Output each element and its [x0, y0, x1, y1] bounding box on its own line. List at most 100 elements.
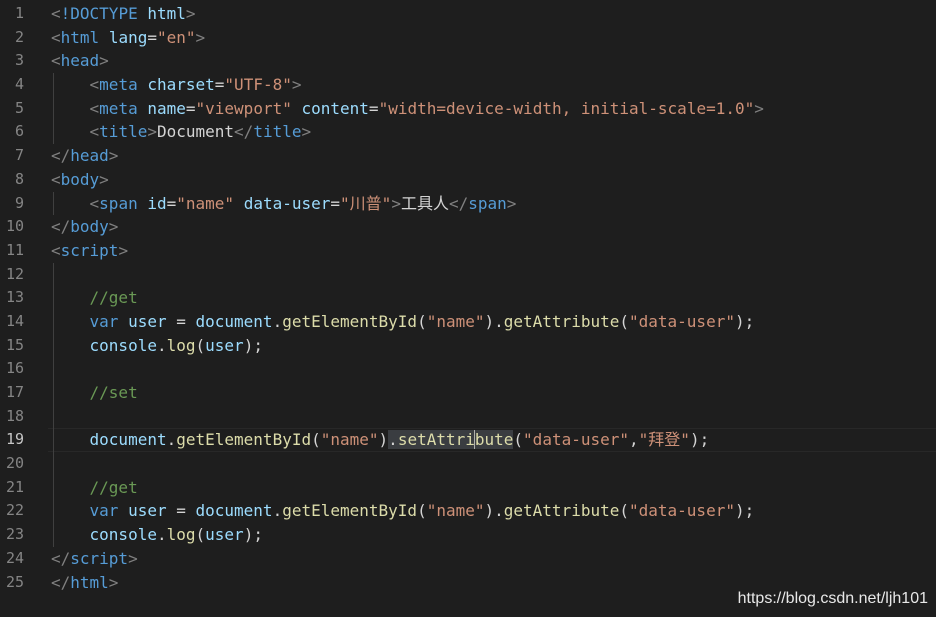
code-line[interactable]: 2 <html lang="en"> — [0, 26, 936, 50]
line-number: 8 — [14, 169, 24, 188]
code-token: . — [156, 335, 167, 355]
line-content: <span id="name" data-user="川普">工具人</span… — [51, 192, 517, 216]
code-token: log — [166, 525, 196, 545]
code-token: log — [166, 335, 196, 355]
line-number: 2 — [14, 27, 24, 46]
code-token: document — [195, 311, 273, 331]
code-line[interactable]: 9 <span id="name" data-user="川普">工具人</sp… — [0, 191, 936, 216]
code-token: Document — [156, 122, 235, 142]
code-line[interactable]: 3 <head> — [0, 49, 936, 73]
code-token: . — [272, 311, 283, 331]
code-token: = — [185, 98, 196, 118]
code-token: console — [89, 335, 157, 355]
code-token: < — [51, 240, 61, 260]
code-line[interactable]: 20 — [0, 452, 936, 476]
code-line[interactable]: 23 console.log(user); — [0, 523, 936, 547]
code-token: = — [166, 501, 196, 521]
line-number: 21 — [5, 477, 24, 496]
code-token: </ — [51, 217, 71, 237]
code-line[interactable]: 21 //get — [0, 475, 936, 500]
code-token: !DOCTYPE — [60, 4, 148, 23]
line-content: var user = document.getElementById("name… — [51, 310, 755, 334]
code-line[interactable]: 5 <meta name="viewport" content="width=d… — [0, 96, 936, 121]
line-number: 1 — [14, 4, 24, 22]
code-line[interactable]: 12 — [0, 262, 936, 287]
code-token: //get — [89, 288, 138, 308]
code-line[interactable]: 22 var user = document.getElementById("n… — [0, 499, 936, 524]
code-line[interactable]: 13 //get — [0, 286, 936, 310]
code-line[interactable]: 24 </script> — [0, 547, 936, 571]
code-line[interactable]: 18 — [0, 404, 936, 429]
line-content: <title>Document</title> — [51, 120, 312, 144]
code-token: setAttri — [397, 430, 475, 450]
code-token: < — [51, 51, 61, 71]
code-token: var — [89, 311, 129, 331]
line-content: </html> — [51, 571, 118, 595]
code-line[interactable]: 17 //set — [0, 381, 936, 405]
code-token: </ — [234, 122, 254, 142]
code-token: meta — [99, 75, 148, 95]
code-token: bute — [474, 430, 514, 450]
code-token: user — [128, 311, 167, 331]
line-number: 25 — [5, 572, 24, 591]
code-token: ( — [513, 430, 524, 450]
code-token: //get — [89, 477, 138, 497]
code-editor[interactable]: 1 <!DOCTYPE html> 2 <html lang="en"> 3 <head>… — [0, 0, 936, 617]
code-token: > — [391, 193, 401, 213]
code-line[interactable]: 6 <title>Document</title> — [0, 120, 936, 145]
code-token: user — [205, 525, 244, 545]
code-token: script — [70, 548, 129, 568]
code-token: content — [301, 98, 369, 118]
code-line[interactable]: 10 </body> — [0, 215, 936, 239]
line-content: //set — [51, 381, 138, 405]
code-token: var — [89, 501, 129, 521]
code-token: > — [99, 169, 109, 189]
code-token: "name" — [426, 311, 485, 331]
line-number: 5 — [14, 98, 24, 117]
code-token: user — [205, 335, 244, 355]
line-content: console.log(user); — [51, 334, 263, 358]
code-line[interactable]: 19 document.getElementById("name").setAt… — [0, 428, 936, 453]
code-token: ( — [417, 311, 427, 331]
code-token: < — [51, 4, 61, 23]
line-number: 14 — [5, 311, 24, 330]
code-token: getElementById — [282, 501, 418, 521]
code-line[interactable]: 4 <meta charset="UTF-8"> — [0, 73, 936, 97]
line-content: <meta charset="UTF-8"> — [51, 73, 302, 97]
code-token: "name" — [426, 501, 485, 521]
code-line[interactable]: 1 <!DOCTYPE html> — [0, 2, 936, 26]
code-area[interactable]: 1 <!DOCTYPE html> 2 <html lang="en"> 3 <head>… — [0, 2, 936, 594]
code-token: ( — [619, 311, 629, 331]
code-line[interactable]: 11 <script> — [0, 239, 936, 263]
code-token: ); — [734, 501, 755, 521]
code-token: head — [70, 146, 109, 166]
code-token: data-user — [243, 193, 331, 213]
code-line[interactable]: 8 <body> — [0, 168, 936, 192]
line-content: document.getElementById("name").setAttri… — [51, 428, 709, 452]
code-token: //set — [89, 383, 138, 402]
code-token: ); — [243, 335, 263, 355]
code-line[interactable]: 15 console.log(user); — [0, 333, 936, 358]
code-token: > — [108, 146, 119, 166]
code-token: > — [301, 122, 312, 142]
indent-guide — [53, 262, 54, 287]
code-token: < — [89, 122, 100, 142]
indent-guide — [53, 404, 54, 429]
code-line[interactable]: 16 — [0, 357, 936, 381]
code-token: "data-user" — [629, 311, 735, 331]
code-token: html — [147, 4, 186, 23]
code-token: < — [51, 169, 61, 189]
code-line[interactable]: 7 </head> — [0, 144, 936, 168]
code-line[interactable]: 14 var user = document.getElementById("n… — [0, 309, 936, 334]
indent-guide — [53, 357, 54, 381]
code-token: ( — [311, 430, 321, 450]
line-number: 13 — [5, 288, 24, 307]
code-token: . — [166, 430, 177, 450]
code-token: </ — [51, 548, 71, 568]
code-token: > — [506, 193, 517, 213]
